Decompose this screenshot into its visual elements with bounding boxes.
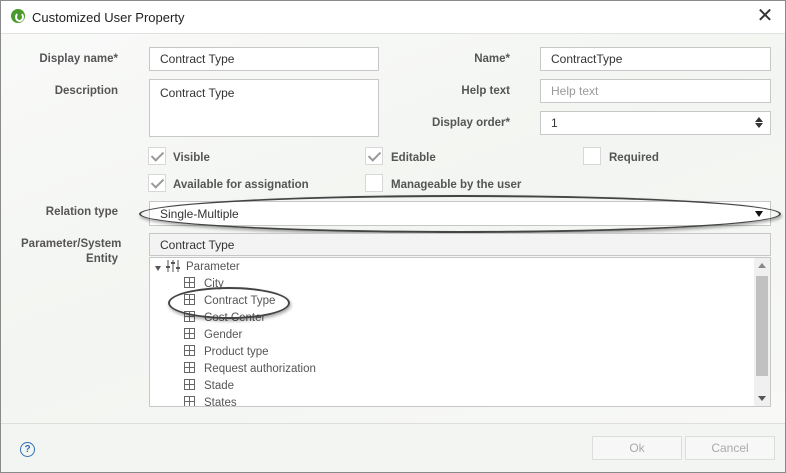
tree-item-label: Contract Type (204, 295, 276, 307)
tree-item-label: Product type (204, 346, 269, 358)
table-icon (184, 379, 195, 390)
display-order-stepper[interactable]: 1 (540, 111, 771, 135)
manageable-label: Manageable by the user (391, 179, 522, 191)
display-name-label: Display name* (39, 53, 118, 65)
required-label: Required (609, 152, 659, 164)
table-icon (184, 311, 195, 322)
parameter-icon (166, 260, 180, 272)
table-icon (184, 345, 195, 356)
tree-item-product-type[interactable]: Product type (184, 344, 269, 361)
table-icon (184, 294, 195, 305)
tree-item-city[interactable]: City (184, 276, 224, 293)
description-label: Description (54, 85, 118, 97)
help-icon[interactable]: ? (20, 442, 35, 457)
tree-item-label: City (204, 278, 224, 290)
stepper-arrows-icon[interactable] (754, 116, 764, 132)
app-logo-icon (11, 9, 25, 23)
param-entity-label: Parameter/System Entity (21, 238, 122, 265)
tree-item-label: States (204, 397, 237, 407)
tree-item-gender[interactable]: Gender (184, 327, 242, 344)
editable-checkbox[interactable] (365, 147, 383, 165)
visible-label: Visible (173, 152, 210, 164)
table-icon (184, 277, 195, 288)
dialog-footer: ? Ok Cancel (1, 423, 785, 472)
tree-item-states[interactable]: States (184, 395, 237, 407)
dialog-window: Customized User Property ✕ Display name*… (0, 0, 786, 473)
title-bar: Customized User Property ✕ (1, 1, 785, 34)
close-icon[interactable]: ✕ (753, 5, 777, 27)
required-checkbox[interactable] (583, 147, 601, 165)
tree-item-contract-type[interactable]: Contract Type (184, 293, 275, 310)
expand-triangle-icon[interactable] (155, 266, 161, 271)
param-entity-tree[interactable]: Parameter City Contract Type Cost Center… (149, 257, 771, 407)
display-name-input[interactable] (149, 47, 379, 71)
available-checkbox[interactable] (148, 174, 166, 192)
available-label: Available for assignation (173, 179, 309, 191)
description-textarea[interactable]: Contract Type (149, 79, 379, 137)
scroll-up-icon[interactable] (758, 263, 766, 268)
dialog-title: Customized User Property (32, 10, 185, 25)
relation-type-select[interactable]: Single-Multiple (149, 201, 771, 226)
ok-button[interactable]: Ok (592, 436, 682, 460)
chevron-down-icon (755, 211, 763, 217)
table-icon (184, 328, 195, 339)
tree-scrollbar[interactable] (754, 258, 770, 406)
table-icon (184, 396, 195, 406)
tree-item-label: Cost Center (204, 312, 266, 324)
manageable-checkbox[interactable] (365, 174, 383, 192)
relation-type-value: Single-Multiple (160, 207, 239, 221)
tree-item-cost-center[interactable]: Cost Center (184, 310, 265, 327)
param-entity-selected[interactable]: Contract Type (149, 233, 771, 256)
tree-root-label: Parameter (186, 261, 240, 273)
tree-item-label: Stade (204, 380, 235, 392)
cancel-button[interactable]: Cancel (685, 436, 775, 460)
scroll-down-icon[interactable] (758, 396, 766, 401)
editable-label: Editable (391, 152, 436, 164)
help-text-input[interactable] (540, 79, 771, 103)
table-icon (184, 362, 195, 373)
tree-item-request-authorization[interactable]: Request authorization (184, 361, 316, 378)
name-input[interactable] (540, 47, 771, 71)
tree-item-stade[interactable]: Stade (184, 378, 234, 395)
help-text-label: Help text (461, 85, 510, 97)
tree-item-label: Request authorization (204, 363, 316, 375)
scroll-thumb[interactable] (756, 276, 768, 376)
tree-item-label: Gender (204, 329, 243, 341)
display-order-value: 1 (551, 116, 558, 130)
relation-type-label: Relation type (45, 206, 118, 218)
display-order-label: Display order* (432, 117, 510, 129)
visible-checkbox[interactable] (148, 147, 166, 165)
name-label: Name* (474, 53, 510, 65)
